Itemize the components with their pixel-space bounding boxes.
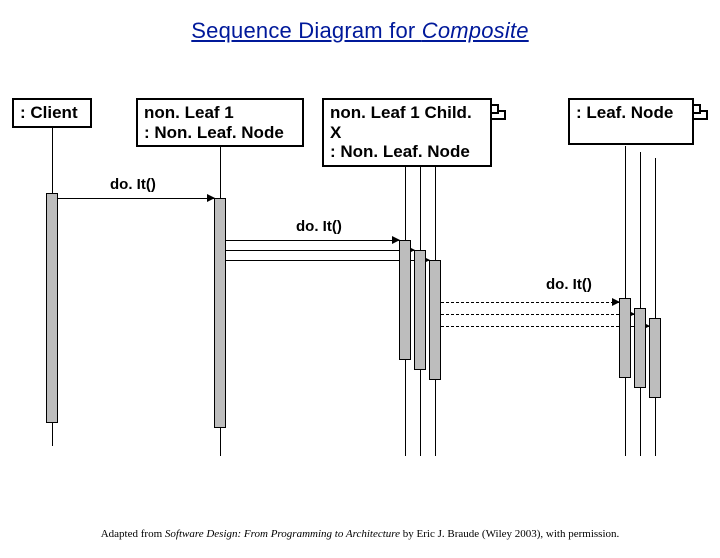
activation-client (46, 193, 58, 423)
lifeline-leaf-3 (655, 158, 656, 456)
activation-childx-2 (414, 250, 426, 370)
arrow-doit-1 (58, 198, 214, 199)
participant-client: : Client (12, 98, 92, 128)
activation-nonleaf1 (214, 198, 226, 428)
message-doit-1: do. It() (110, 176, 156, 193)
participant-name: non. Leaf 1 Child. X (330, 103, 484, 142)
attr-pre: Adapted from (101, 528, 165, 540)
arrow-doit-2b (226, 250, 414, 251)
arrow-doit-3c (441, 326, 649, 327)
participant-name: non. Leaf 1 (144, 103, 296, 123)
activation-leaf-2 (634, 308, 646, 388)
attribution: Adapted from Software Design: From Progr… (0, 528, 720, 540)
participant-type: : Non. Leaf. Node (144, 123, 296, 143)
arrow-doit-3a (441, 302, 619, 303)
participant-nonleaf1childx: non. Leaf 1 Child. X : Non. Leaf. Node (322, 98, 492, 167)
arrow-doit-3b (441, 314, 634, 315)
participant-label: : Client (20, 103, 78, 122)
participant-leafnode: : Leaf. Node (568, 98, 694, 145)
activation-leaf-3 (649, 318, 661, 398)
participant-nonleaf1: non. Leaf 1 : Non. Leaf. Node (136, 98, 304, 147)
message-doit-2: do. It() (296, 218, 342, 235)
diagram-canvas: : Client non. Leaf 1 : Non. Leaf. Node n… (0, 18, 720, 558)
participant-name: : Leaf. Node (576, 103, 686, 123)
arrow-doit-2a (226, 240, 399, 241)
activation-childx-3 (429, 260, 441, 380)
participant-type: : Non. Leaf. Node (330, 142, 484, 162)
message-doit-3: do. It() (546, 276, 592, 293)
attr-book: Software Design: From Programming to Arc… (165, 528, 400, 540)
activation-childx-1 (399, 240, 411, 360)
attr-post: by Eric J. Braude (Wiley 2003), with per… (400, 528, 619, 540)
lifeline-leaf-2 (640, 152, 641, 456)
activation-leaf-1 (619, 298, 631, 378)
